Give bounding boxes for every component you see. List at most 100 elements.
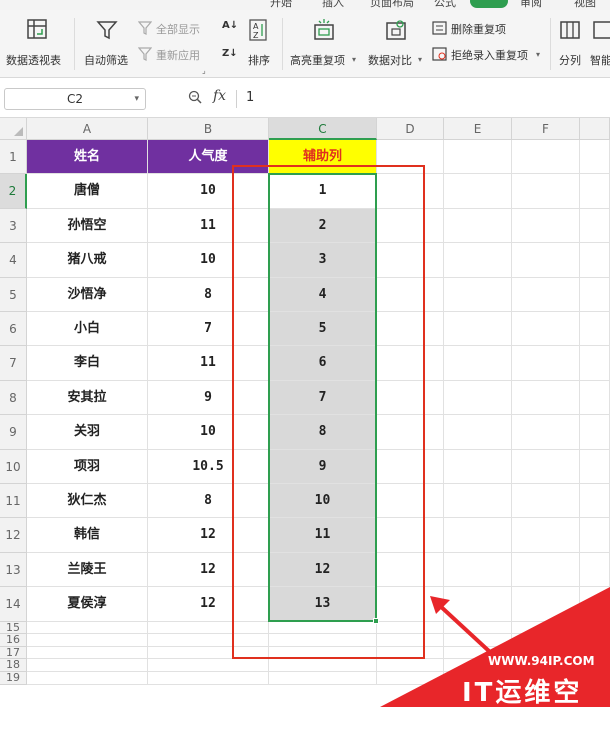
show-all-button[interactable]: 全部显示	[138, 20, 210, 38]
name-box[interactable]: C2 ▾	[4, 88, 146, 110]
popularity-cell[interactable]: 8	[148, 277, 269, 312]
empty-cell[interactable]	[377, 518, 444, 553]
menu-item-home[interactable]: 开始	[270, 0, 292, 10]
empty-cell[interactable]	[377, 552, 444, 588]
empty-cell[interactable]	[580, 346, 610, 381]
row-header-11[interactable]: 11	[0, 484, 27, 519]
name-cell[interactable]: 唐僧	[27, 174, 148, 209]
empty-cell[interactable]	[269, 621, 377, 635]
empty-cell[interactable]	[580, 484, 610, 519]
row-header-12[interactable]: 12	[0, 518, 27, 553]
empty-cell[interactable]	[512, 243, 580, 278]
empty-cell[interactable]	[377, 208, 444, 244]
helper-cell[interactable]: 1	[269, 174, 377, 209]
empty-cell[interactable]	[444, 415, 512, 450]
empty-cell[interactable]	[580, 449, 610, 484]
empty-cell[interactable]	[27, 634, 148, 647]
helper-cell[interactable]: 3	[269, 243, 377, 278]
helper-cell[interactable]: 13	[269, 587, 377, 622]
empty-cell[interactable]	[444, 518, 512, 553]
popularity-cell[interactable]: 9	[148, 380, 269, 416]
empty-cell[interactable]	[377, 174, 444, 209]
name-cell[interactable]: 安其拉	[27, 380, 148, 416]
row-header-3[interactable]: 3	[0, 208, 27, 244]
row-header-10[interactable]: 10	[0, 449, 27, 484]
column-header-e[interactable]: E	[444, 118, 512, 140]
split-columns-button[interactable]: 分列	[556, 14, 586, 72]
empty-cell[interactable]	[148, 659, 269, 672]
empty-cell[interactable]	[377, 484, 444, 519]
header-cell-c[interactable]: 辅助列	[269, 140, 377, 175]
column-header-c[interactable]: C	[269, 118, 377, 140]
row-header-1[interactable]: 1	[0, 140, 27, 175]
empty-cell[interactable]	[148, 646, 269, 660]
empty-cell[interactable]	[512, 312, 580, 347]
empty-cell[interactable]	[27, 621, 148, 635]
empty-cell[interactable]	[512, 346, 580, 381]
empty-cell[interactable]	[580, 174, 610, 209]
row-header-13[interactable]: 13	[0, 552, 27, 588]
empty-cell[interactable]	[444, 380, 512, 416]
empty-cell[interactable]	[444, 484, 512, 519]
popularity-cell[interactable]: 11	[148, 208, 269, 244]
helper-cell[interactable]: 2	[269, 208, 377, 244]
empty-cell[interactable]	[512, 484, 580, 519]
row-header-8[interactable]: 8	[0, 380, 27, 416]
name-cell[interactable]: 猪八戒	[27, 243, 148, 278]
empty-cell[interactable]	[444, 174, 512, 209]
empty-cell[interactable]	[148, 621, 269, 635]
empty-cell[interactable]	[27, 659, 148, 672]
empty-cell[interactable]	[377, 346, 444, 381]
name-cell[interactable]: 沙悟净	[27, 277, 148, 312]
fill-handle[interactable]	[373, 617, 379, 624]
helper-cell[interactable]: 7	[269, 380, 377, 416]
smart-fill-button[interactable]: 智能	[588, 14, 610, 72]
popularity-cell[interactable]: 8	[148, 484, 269, 519]
row-header-4[interactable]: 4	[0, 243, 27, 278]
menu-item-data-active[interactable]	[470, 0, 508, 8]
column-header-a[interactable]: A	[27, 118, 148, 140]
empty-cell[interactable]	[580, 380, 610, 416]
menu-item-view[interactable]: 视图	[574, 0, 596, 10]
empty-cell[interactable]	[580, 312, 610, 347]
empty-cell[interactable]	[580, 243, 610, 278]
empty-cell[interactable]	[580, 208, 610, 244]
column-header-b[interactable]: B	[148, 118, 269, 140]
empty-cell[interactable]	[377, 449, 444, 484]
name-cell[interactable]: 夏侯淳	[27, 587, 148, 622]
helper-cell[interactable]: 10	[269, 484, 377, 519]
auto-filter-button[interactable]: 自动筛选	[80, 14, 136, 72]
row-header-7[interactable]: 7	[0, 346, 27, 381]
empty-cell[interactable]	[512, 277, 580, 312]
menu-item-formula[interactable]: 公式	[434, 0, 456, 10]
popularity-cell[interactable]: 10	[148, 174, 269, 209]
empty-cell[interactable]	[580, 552, 610, 588]
menu-item-insert[interactable]: 插入	[322, 0, 344, 10]
empty-cell[interactable]	[512, 208, 580, 244]
formula-input[interactable]: 1	[246, 90, 254, 105]
empty-cell[interactable]	[269, 659, 377, 672]
helper-cell[interactable]: 11	[269, 518, 377, 553]
empty-cell[interactable]	[512, 552, 580, 588]
popularity-cell[interactable]: 10	[148, 415, 269, 450]
empty-cell[interactable]	[148, 672, 269, 685]
name-cell[interactable]: 韩信	[27, 518, 148, 553]
reapply-button[interactable]: 重新应用	[138, 46, 210, 64]
menu-item-layout[interactable]: 页面布局	[370, 0, 414, 10]
popularity-cell[interactable]: 12	[148, 552, 269, 588]
row-header-6[interactable]: 6	[0, 312, 27, 347]
helper-cell[interactable]: 8	[269, 415, 377, 450]
sort-button[interactable]: A Z 排序	[244, 14, 276, 72]
empty-cell[interactable]	[444, 243, 512, 278]
header-cell-b[interactable]: 人气度	[148, 140, 269, 175]
name-cell[interactable]: 狄仁杰	[27, 484, 148, 519]
name-cell[interactable]: 关羽	[27, 415, 148, 450]
empty-cell[interactable]	[377, 140, 444, 175]
empty-cell[interactable]	[580, 415, 610, 450]
reject-duplicates-button[interactable]: 拒绝录入重复项 ▾	[432, 46, 544, 64]
name-cell[interactable]: 孙悟空	[27, 208, 148, 244]
empty-cell[interactable]	[512, 518, 580, 553]
empty-cell[interactable]	[512, 449, 580, 484]
column-header-f[interactable]: F	[512, 118, 580, 140]
helper-cell[interactable]: 9	[269, 449, 377, 484]
